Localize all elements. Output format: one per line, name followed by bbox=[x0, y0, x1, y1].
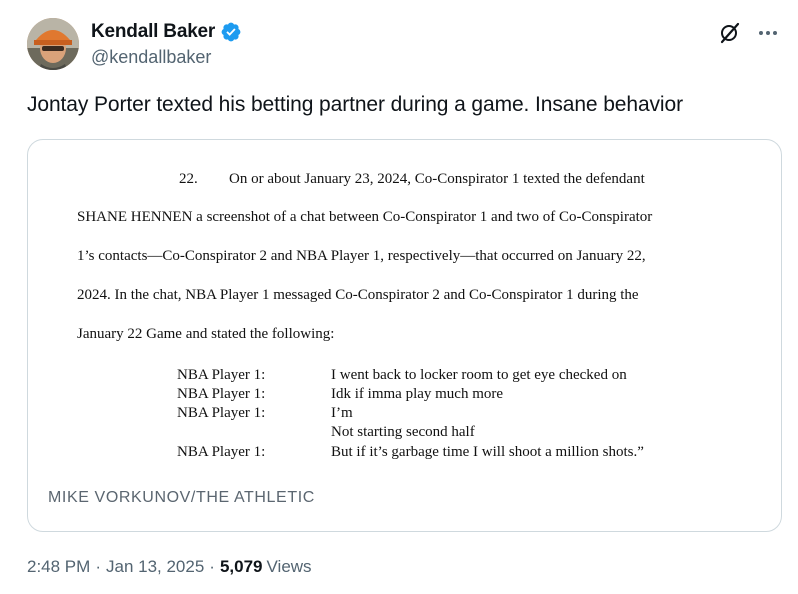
image-credit: MIKE VORKUNOV/THE ATHLETIC bbox=[48, 489, 315, 506]
verified-badge-icon[interactable] bbox=[220, 21, 242, 43]
chat-speaker: NBA Player 1: bbox=[177, 386, 266, 402]
chat-message: But if it’s garbage time I will shoot a … bbox=[331, 444, 644, 460]
media-card[interactable]: 22. On or about January 23, 2024, Co-Con… bbox=[27, 139, 782, 532]
paragraph-number: 22. bbox=[179, 171, 198, 187]
document-line: 2024. In the chat, NBA Player 1 messaged… bbox=[77, 287, 639, 303]
meta-separator: · bbox=[209, 557, 215, 576]
chat-speaker: NBA Player 1: bbox=[177, 367, 266, 383]
author-handle[interactable]: @kendallbaker bbox=[91, 47, 211, 68]
author-name-row[interactable]: Kendall Baker bbox=[91, 19, 242, 45]
avatar[interactable] bbox=[27, 18, 79, 70]
chat-message: I’m bbox=[331, 405, 353, 421]
author-name[interactable]: Kendall Baker bbox=[91, 21, 215, 43]
tweet-date[interactable]: Jan 13, 2025 bbox=[106, 557, 204, 577]
chat-message: Idk if imma play much more bbox=[331, 386, 504, 402]
court-document-image: 22. On or about January 23, 2024, Co-Con… bbox=[28, 140, 781, 531]
tweet[interactable]: Kendall Baker @kendallbaker Jontay Porte… bbox=[0, 0, 798, 594]
grok-icon[interactable] bbox=[718, 21, 742, 45]
document-line: SHANE HENNEN a screenshot of a chat betw… bbox=[77, 209, 653, 225]
views-label[interactable]: Views bbox=[267, 557, 312, 577]
tweet-time[interactable]: 2:48 PM bbox=[27, 557, 90, 577]
meta-separator: · bbox=[95, 557, 101, 576]
more-icon[interactable] bbox=[756, 21, 780, 45]
avatar-image bbox=[27, 18, 79, 70]
chat-speaker: NBA Player 1: bbox=[177, 405, 266, 421]
tweet-text: Jontay Porter texted his betting partner… bbox=[27, 93, 683, 116]
tweet-meta: 2:48 PM · Jan 13, 2025 · 5,079 Views bbox=[27, 557, 312, 577]
document-line: On or about January 23, 2024, Co-Conspir… bbox=[229, 171, 645, 187]
document-line: January 22 Game and stated the following… bbox=[77, 326, 335, 342]
views-count[interactable]: 5,079 bbox=[220, 557, 263, 577]
chat-speaker: NBA Player 1: bbox=[177, 444, 266, 460]
chat-message: Not starting second half bbox=[331, 424, 475, 440]
chat-message: I went back to locker room to get eye ch… bbox=[331, 367, 627, 383]
document-line: 1’s contacts—Co-Conspirator 2 and NBA Pl… bbox=[77, 248, 646, 264]
